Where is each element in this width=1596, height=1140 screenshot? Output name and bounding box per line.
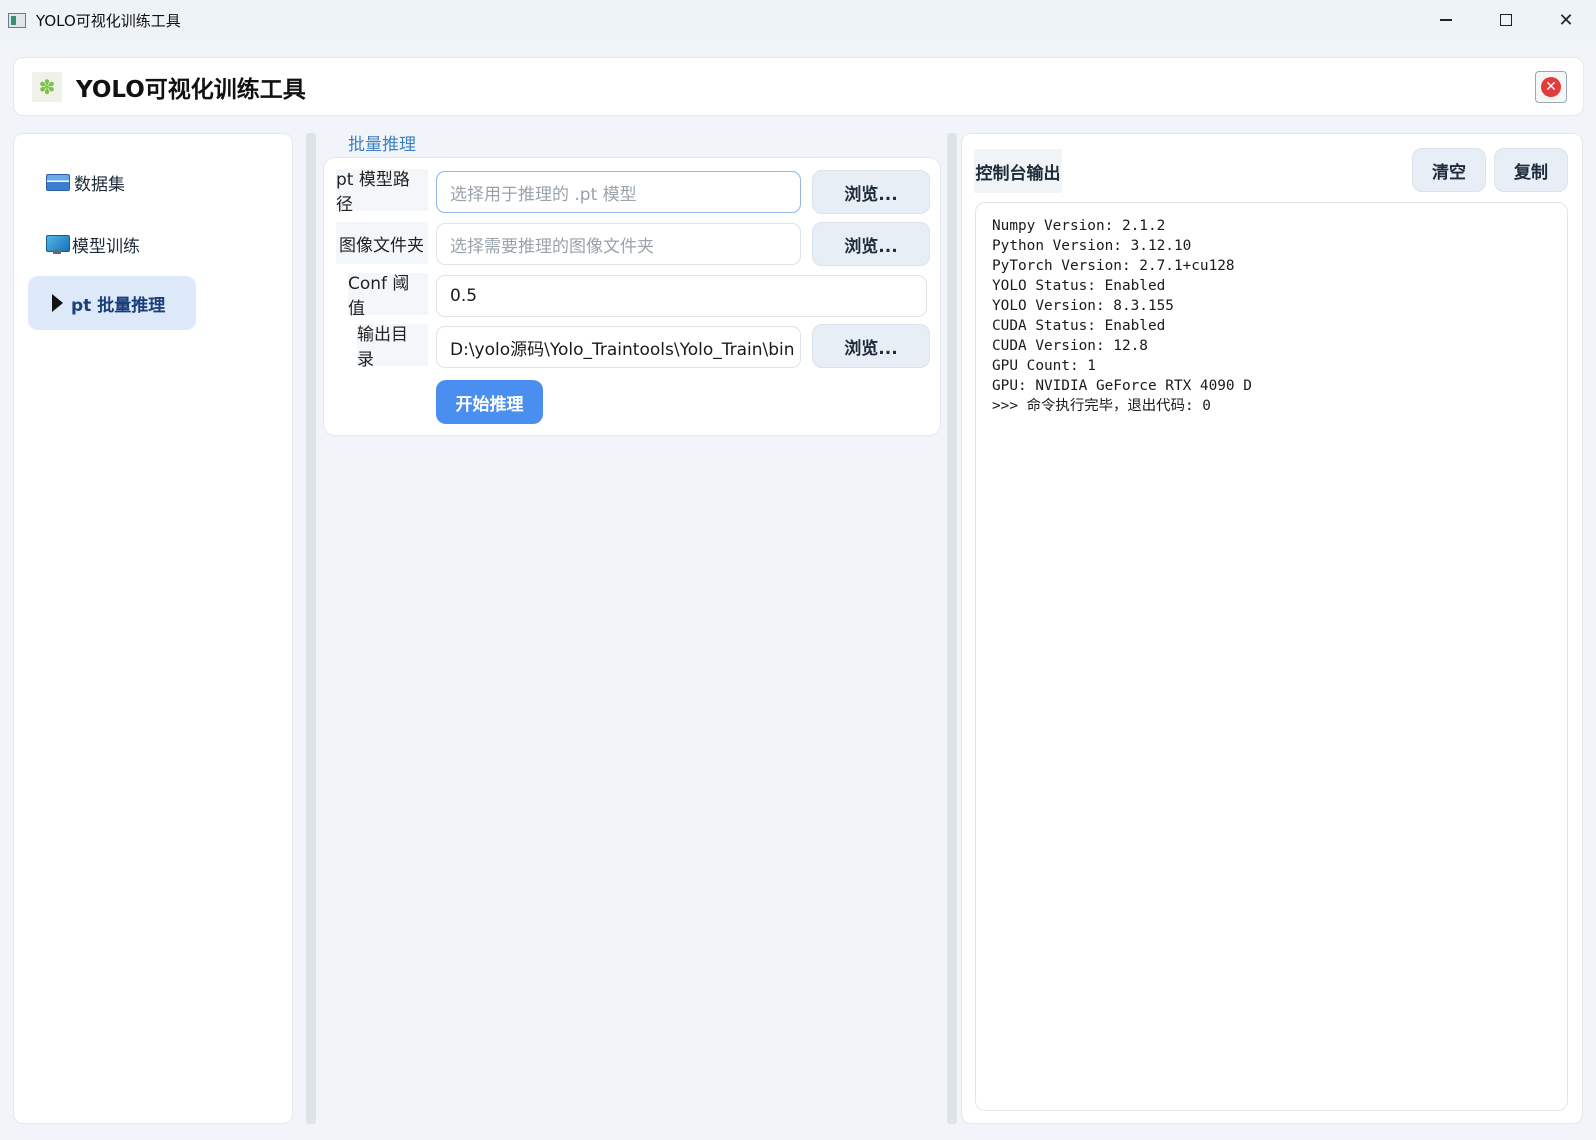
start-inference-button[interactable]: 开始推理 [436,380,543,424]
console-line: CUDA Version: 12.8 [992,338,1148,354]
console-line: PyTorch Version: 2.7.1+cu128 [992,258,1235,274]
sidebar-item-training[interactable]: 模型训练 [28,217,196,271]
window-title: YOLO可视化训练工具 [36,11,181,30]
left-splitter[interactable] [306,133,316,1124]
logo-icon: ✽ [32,71,62,102]
minimize-icon [1440,19,1452,21]
console-panel: 控制台输出 清空 复制 Numpy Version: 2.1.2 Python … [961,133,1583,1124]
maximize-button[interactable] [1476,0,1536,40]
section-title: 批量推理 [348,135,416,155]
console-line: >>> 命令执行完毕，退出代码: 0 [992,398,1211,414]
inference-form: pt 模型路径 选择用于推理的 .pt 模型 浏览... 图像文件夹 选择需要推… [323,157,941,436]
right-splitter[interactable] [947,133,957,1124]
window-close-button[interactable]: ✕ [1536,0,1596,40]
console-output[interactable]: Numpy Version: 2.1.2 Python Version: 3.1… [975,202,1568,1111]
window-titlebar: YOLO可视化训练工具 ✕ [0,0,1596,40]
model-path-label: pt 模型路径 [336,169,428,215]
output-dir-label: 输出目录 [357,324,428,370]
sidebar-item-dataset[interactable]: 数据集 [28,155,196,209]
console-line: GPU: NVIDIA GeForce RTX 4090 D [992,378,1252,394]
image-folder-label: 图像文件夹 [336,222,428,264]
model-path-input[interactable]: 选择用于推理的 .pt 模型 [436,171,801,213]
play-triangle-icon [52,294,63,312]
conf-label: Conf 阈值 [348,273,428,319]
model-path-placeholder: 选择用于推理的 .pt 模型 [450,184,637,205]
conf-value: 0.5 [450,286,478,306]
app-window-icon [8,12,26,28]
image-folder-placeholder: 选择需要推理的图像文件夹 [450,236,654,257]
close-circle-icon: ✕ [1541,77,1561,97]
browse-model-button[interactable]: 浏览... [812,170,930,214]
console-line: Numpy Version: 2.1.2 [992,218,1166,234]
sidebar: 数据集 模型训练 pt 批量推理 [13,133,293,1124]
window-controls: ✕ [1416,0,1596,40]
output-dir-input[interactable]: D:\yolo源码\Yolo_Traintools\Yolo_Train\bin [436,326,801,368]
header-close-button[interactable]: ✕ [1535,71,1567,103]
sidebar-item-batch-inference[interactable]: pt 批量推理 [28,276,196,330]
console-line: GPU Count: 1 [992,358,1096,374]
sidebar-item-label: pt 批量推理 [71,295,166,316]
browse-images-button[interactable]: 浏览... [812,222,930,266]
conf-input[interactable]: 0.5 [436,275,927,317]
minimize-button[interactable] [1416,0,1476,40]
sidebar-item-label: 模型训练 [72,236,140,257]
monitor-icon [46,234,70,254]
output-dir-value: D:\yolo源码\Yolo_Traintools\Yolo_Train\bin [450,339,795,360]
image-folder-input[interactable]: 选择需要推理的图像文件夹 [436,223,801,265]
app-header: ✽ YOLO可视化训练工具 ✕ [13,57,1584,116]
console-line: YOLO Status: Enabled [992,278,1166,294]
copy-button[interactable]: 复制 [1494,148,1568,192]
folder-icon [46,173,70,191]
clear-button[interactable]: 清空 [1412,148,1486,192]
console-line: YOLO Version: 8.3.155 [992,298,1174,314]
sidebar-item-label: 数据集 [74,174,125,195]
console-line: Python Version: 3.12.10 [992,238,1192,254]
app-title: YOLO可视化训练工具 [76,76,306,103]
console-line: CUDA Status: Enabled [992,318,1166,334]
close-icon: ✕ [1558,9,1574,31]
maximize-icon [1500,14,1512,26]
console-title: 控制台输出 [974,149,1062,193]
browse-output-button[interactable]: 浏览... [812,324,930,368]
